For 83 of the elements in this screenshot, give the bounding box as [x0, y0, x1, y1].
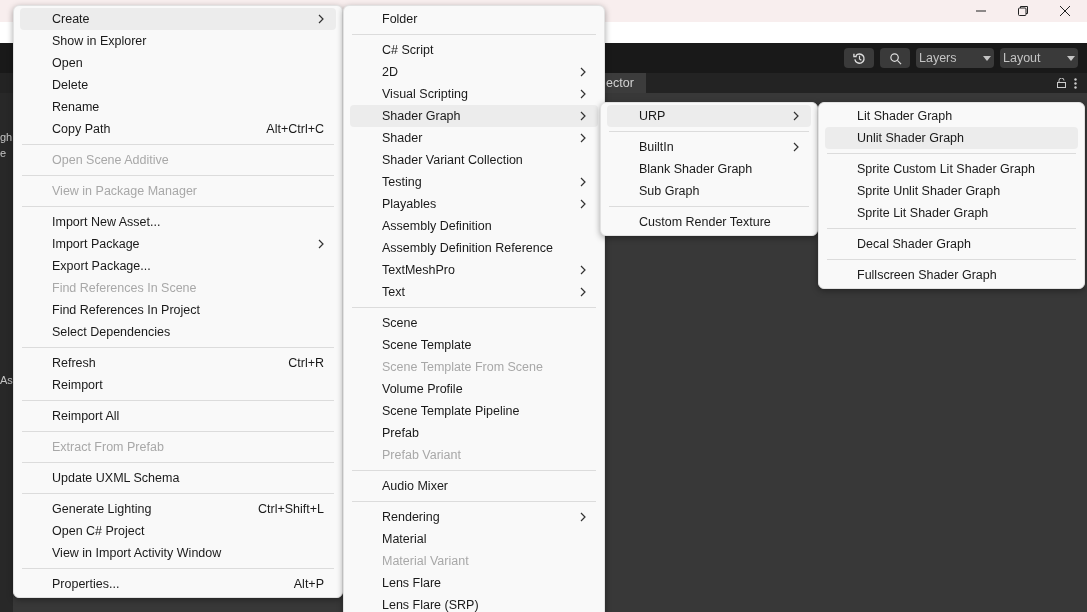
menu-item[interactable]: Generate Lighting Ctrl+Shift+L: [20, 498, 336, 520]
panel-text: As: [0, 373, 13, 388]
menu-item[interactable]: Custom Render Texture: [607, 211, 811, 233]
menu-item[interactable]: Decal Shader Graph: [825, 233, 1078, 255]
menu-item[interactable]: Import Package: [20, 233, 336, 255]
menu-item[interactable]: Open: [20, 52, 336, 74]
menu-item[interactable]: Blank Shader Graph: [607, 158, 811, 180]
inspector-tab[interactable]: ector: [605, 73, 646, 93]
menu-item[interactable]: Delete: [20, 74, 336, 96]
menu-item[interactable]: Reimport All: [20, 405, 336, 427]
dropdown-arrow-icon: [1067, 55, 1075, 61]
chevron-right-icon: [793, 142, 799, 152]
close-icon[interactable]: [1059, 5, 1071, 17]
chevron-right-icon: [793, 111, 799, 121]
chevron-right-icon: [580, 265, 586, 275]
menu-item[interactable]: Assembly Definition Reference: [350, 237, 598, 259]
menu-item[interactable]: Reimport: [20, 374, 336, 396]
menu-item[interactable]: 2D: [350, 61, 598, 83]
menu-item[interactable]: Update UXML Schema: [20, 467, 336, 489]
menu-item[interactable]: Open C# Project: [20, 520, 336, 542]
chevron-right-icon: [318, 239, 324, 249]
chevron-right-icon: [580, 133, 586, 143]
maximize-icon[interactable]: [1017, 5, 1029, 17]
menu-item[interactable]: Lit Shader Graph: [825, 105, 1078, 127]
menu-item[interactable]: Material: [350, 528, 598, 550]
menu-item[interactable]: BuiltIn: [607, 136, 811, 158]
menu-item[interactable]: Scene: [350, 312, 598, 334]
menu-item[interactable]: Unlit Shader Graph: [825, 127, 1078, 149]
menu-item[interactable]: Lens Flare: [350, 572, 598, 594]
menu-item[interactable]: Create: [20, 8, 336, 30]
chevron-right-icon: [580, 89, 586, 99]
chevron-right-icon: [580, 512, 586, 522]
menu-item[interactable]: Sub Graph: [607, 180, 811, 202]
panel-text: gh: [0, 130, 13, 145]
menu-item[interactable]: Prefab: [350, 422, 598, 444]
menu-item[interactable]: Audio Mixer: [350, 475, 598, 497]
menu-item[interactable]: Sprite Custom Lit Shader Graph: [825, 158, 1078, 180]
menu-item[interactable]: Select Dependencies: [20, 321, 336, 343]
chevron-right-icon: [580, 111, 586, 121]
menu-item[interactable]: Text: [350, 281, 598, 303]
chevron-right-icon: [580, 177, 586, 187]
layout-dropdown[interactable]: Layout: [1000, 48, 1078, 68]
menu-item[interactable]: Lens Flare (SRP): [350, 594, 598, 612]
menu-item[interactable]: Volume Profile: [350, 378, 598, 400]
more-icon[interactable]: [1074, 77, 1077, 89]
menu-item[interactable]: Shader: [350, 127, 598, 149]
menu-item[interactable]: URP: [607, 105, 811, 127]
panel-text: e: [0, 146, 7, 161]
history-button[interactable]: [844, 48, 874, 68]
menu-item[interactable]: Import New Asset...: [20, 211, 336, 233]
menu-item[interactable]: Rendering: [350, 506, 598, 528]
menu-item[interactable]: Find References In Project: [20, 299, 336, 321]
menu-item[interactable]: Show in Explorer: [20, 30, 336, 52]
menu-item[interactable]: Shader Graph: [350, 105, 598, 127]
menu-item[interactable]: Rename: [20, 96, 336, 118]
menu-item[interactable]: Refresh Ctrl+R: [20, 352, 336, 374]
history-icon: [852, 51, 866, 65]
menu-item[interactable]: Sprite Lit Shader Graph: [825, 202, 1078, 224]
menu-item[interactable]: Scene Template Pipeline: [350, 400, 598, 422]
chevron-right-icon: [580, 67, 586, 77]
menu-item[interactable]: Playables: [350, 193, 598, 215]
menu-item[interactable]: Export Package...: [20, 255, 336, 277]
lock-icon[interactable]: [1057, 78, 1066, 88]
menu-item[interactable]: Fullscreen Shader Graph: [825, 264, 1078, 286]
chevron-right-icon: [580, 287, 586, 297]
dropdown-arrow-icon: [983, 55, 991, 61]
menu-item[interactable]: C# Script: [350, 39, 598, 61]
menu-item[interactable]: Sprite Unlit Shader Graph: [825, 180, 1078, 202]
menu-item[interactable]: View in Import Activity Window: [20, 542, 336, 564]
menu-item[interactable]: Testing: [350, 171, 598, 193]
menu-item[interactable]: Scene Template: [350, 334, 598, 356]
search-icon: [888, 51, 902, 65]
search-button[interactable]: [880, 48, 910, 68]
menu-item[interactable]: Visual Scripting: [350, 83, 598, 105]
menu-item[interactable]: Assembly Definition: [350, 215, 598, 237]
menu-item[interactable]: TextMeshPro: [350, 259, 598, 281]
menu-item[interactable]: Properties... Alt+P: [20, 573, 336, 595]
menu-item[interactable]: Shader Variant Collection: [350, 149, 598, 171]
chevron-right-icon: [580, 199, 586, 209]
chevron-right-icon: [318, 14, 324, 24]
menu-item[interactable]: Copy Path Alt+Ctrl+C: [20, 118, 336, 140]
layers-dropdown[interactable]: Layers: [916, 48, 994, 68]
menu-item[interactable]: Folder: [350, 8, 598, 30]
